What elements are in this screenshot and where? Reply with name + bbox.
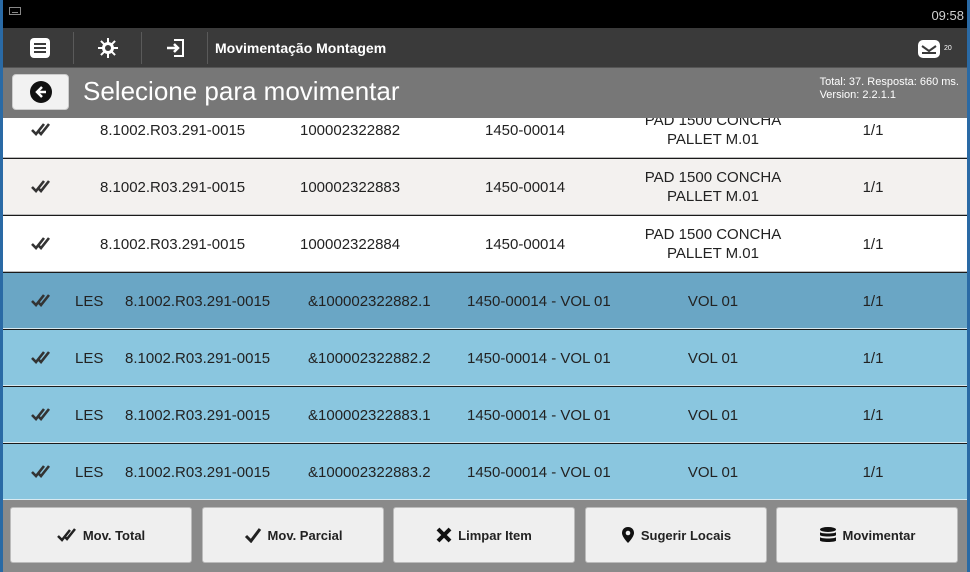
mail-button[interactable]: 20	[917, 34, 957, 62]
row-quantity: 1/1	[862, 235, 884, 253]
sugerir-locais-button[interactable]: Sugerir Locais	[585, 507, 767, 563]
list-item[interactable]: LES 8.1002.R03.291-0015 &100002322882.2 145…	[3, 330, 967, 386]
close-icon	[436, 527, 452, 543]
row-description-line2: PALLET M.01	[667, 131, 759, 148]
list-item[interactable]: 8.1002.R03.291-0015 100002322884 1450-0001…	[3, 216, 967, 272]
row-description: PAD 1500 CONCHA PALLET M.01	[623, 118, 803, 158]
app-version: Version: 2.2.1.1	[819, 89, 897, 101]
response-info: Total: 37. Resposta: 660 ms. Version: 2.…	[820, 76, 959, 102]
row-quantity: 1/1	[862, 178, 884, 196]
row-serial: 100002322882	[300, 121, 401, 139]
row-item: 1450-00014 - VOL 01	[467, 292, 611, 310]
row-description: VOL 01	[687, 463, 739, 481]
list-item[interactable]: 8.1002.R03.291-0015 100002322882 1450-0001…	[3, 118, 967, 158]
row-code: 8.1002.R03.291-0015	[125, 292, 271, 310]
row-quantity: 1/1	[862, 349, 884, 367]
app-window: 09:58 Movimentação Montagem 20 Selecione…	[3, 0, 967, 572]
row-description: VOL 01	[687, 292, 739, 310]
row-code: 8.1002.R03.291-0015	[125, 406, 271, 424]
row-type: LES	[75, 349, 104, 367]
row-item: 1450-00014 - VOL 01	[467, 463, 611, 481]
mov-total-label: Mov. Total	[82, 527, 146, 543]
status-time: 09:58	[931, 8, 964, 23]
row-type: LES	[75, 463, 104, 481]
check-icon	[244, 528, 261, 543]
double-check-icon	[56, 528, 76, 542]
double-check-icon[interactable]	[31, 462, 51, 487]
row-serial: &100002322882.2	[308, 349, 431, 367]
double-check-icon[interactable]	[31, 120, 51, 145]
mov-total-button[interactable]: Mov. Total	[10, 507, 192, 563]
limpar-item-label: Limpar Item	[458, 527, 532, 543]
back-arrow-icon	[29, 81, 52, 103]
row-serial: 100002322884	[300, 235, 401, 253]
double-check-icon[interactable]	[31, 234, 51, 259]
movimentar-label: Movimentar	[842, 527, 916, 543]
row-serial: &100002322883.1	[308, 406, 431, 424]
mail-icon	[918, 40, 940, 58]
gear-icon	[98, 38, 118, 58]
row-item: 1450-00014 - VOL 01	[467, 406, 611, 424]
list-item[interactable]: 8.1002.R03.291-0015 100002322883 1450-0001…	[3, 159, 967, 215]
list-item[interactable]: LES 8.1002.R03.291-0015 &100002322882.1 145…	[3, 273, 967, 329]
row-description-line2: PALLET M.01	[667, 188, 759, 205]
row-code: 8.1002.R03.291-0015	[100, 178, 246, 196]
row-quantity: 1/1	[862, 292, 884, 310]
action-bar: Mov. Total Mov. Parcial Limpar Item Suge…	[3, 500, 967, 572]
row-quantity: 1/1	[862, 406, 884, 424]
map-marker-icon	[621, 527, 634, 543]
menu-icon	[30, 38, 50, 58]
double-check-icon[interactable]	[31, 177, 51, 202]
top-toolbar: Movimentação Montagem 20	[3, 28, 967, 68]
double-check-icon[interactable]	[31, 405, 51, 430]
row-serial: &100002322883.2	[308, 463, 431, 481]
row-description-line2: PALLET M.01	[667, 245, 759, 262]
row-code: 8.1002.R03.291-0015	[125, 463, 271, 481]
row-code: 8.1002.R03.291-0015	[100, 121, 246, 139]
mov-parcial-button[interactable]: Mov. Parcial	[202, 507, 384, 563]
row-type: LES	[75, 406, 104, 424]
exit-button[interactable]	[151, 34, 201, 62]
movimentar-button[interactable]: Movimentar	[776, 507, 958, 563]
row-item: 1450-00014 - VOL 01	[467, 349, 611, 367]
logout-icon	[167, 39, 184, 57]
back-button[interactable]	[12, 74, 69, 110]
mail-badge: 20	[944, 44, 952, 52]
row-description: VOL 01	[687, 349, 739, 367]
row-description: PAD 1500 CONCHA PALLET M.01	[623, 159, 803, 215]
mov-parcial-label: Mov. Parcial	[267, 527, 343, 543]
response-stats: Total: 37. Resposta: 660 ms.	[819, 76, 959, 88]
row-item: 1450-00014	[485, 121, 566, 139]
row-item: 1450-00014	[485, 178, 566, 196]
row-description-line1: PAD 1500 CONCHA	[644, 118, 782, 129]
row-quantity: 1/1	[862, 463, 884, 481]
double-check-icon[interactable]	[31, 291, 51, 316]
row-code: 8.1002.R03.291-0015	[100, 235, 246, 253]
row-item: 1450-00014	[485, 235, 566, 253]
menu-button[interactable]	[15, 34, 65, 62]
row-serial: 100002322883	[300, 178, 401, 196]
row-type: LES	[75, 292, 104, 310]
keyboard-icon	[9, 7, 21, 15]
row-description-line1: PAD 1500 CONCHA	[644, 169, 782, 186]
screen-header: Selecione para movimentar Total: 37. Res…	[3, 68, 967, 118]
database-icon	[819, 527, 836, 542]
settings-button[interactable]	[83, 34, 133, 62]
row-quantity: 1/1	[862, 121, 884, 139]
page-title: Selecione para movimentar	[83, 76, 400, 106]
sugerir-locais-label: Sugerir Locais	[640, 527, 732, 543]
limpar-item-button[interactable]: Limpar Item	[393, 507, 575, 563]
row-description-line1: PAD 1500 CONCHA	[644, 226, 782, 243]
status-bar: 09:58	[3, 0, 967, 28]
row-serial: &100002322882.1	[308, 292, 431, 310]
row-description: VOL 01	[687, 406, 739, 424]
list-item[interactable]: LES 8.1002.R03.291-0015 &100002322883.2 145…	[3, 444, 967, 500]
double-check-icon[interactable]	[31, 348, 51, 373]
item-list: 8.1002.R03.291-0015 100002322882 1450-0001…	[3, 118, 967, 500]
toolbar-title: Movimentação Montagem	[215, 40, 387, 56]
row-code: 8.1002.R03.291-0015	[125, 349, 271, 367]
row-description: PAD 1500 CONCHA PALLET M.01	[623, 216, 803, 272]
list-item[interactable]: LES 8.1002.R03.291-0015 &100002322883.1 145…	[3, 387, 967, 443]
